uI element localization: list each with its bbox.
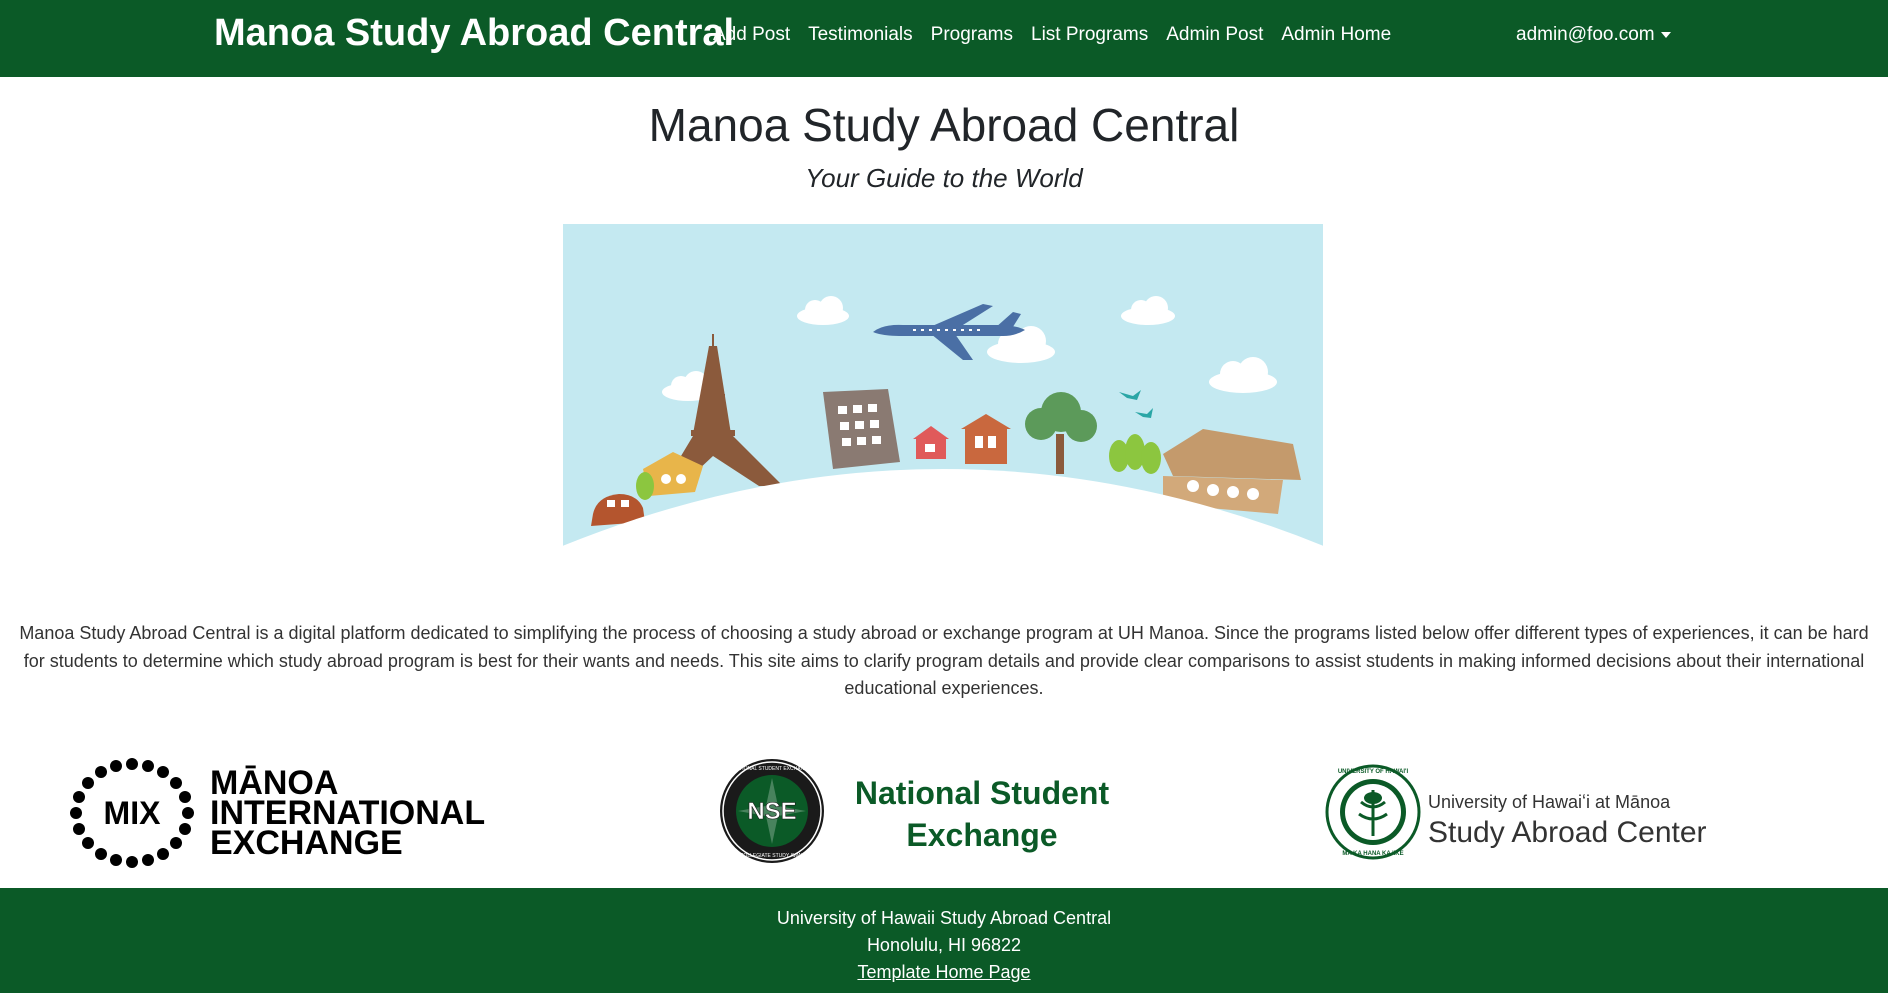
user-email: admin@foo.com — [1516, 24, 1655, 45]
mix-logo-graphic: MIX MĀNOA INTERNATIONAL EXCHANGE — [70, 758, 485, 868]
footer: University of Hawaii Study Abroad Centra… — [0, 888, 1888, 993]
building-icon — [823, 389, 900, 469]
nse-ring-top: NATIONAL STUDENT EXCHANGE — [733, 766, 812, 772]
nse-logo[interactable]: NSE NATIONAL STUDENT EXCHANGE COLLEGIATE… — [718, 756, 1138, 868]
nav-add-post[interactable]: Add Post — [713, 24, 790, 46]
hero-illustration — [563, 224, 1323, 550]
uh-logo-graphic: UNIVERSITY OF HAWAI'I MA KA HANA KA 'IKE… — [1325, 764, 1707, 860]
user-dropdown[interactable]: admin@foo.com — [1516, 24, 1671, 46]
footer-org-name: University of Hawaii Study Abroad Centra… — [776, 908, 1112, 928]
nav-programs[interactable]: Programs — [931, 24, 1013, 46]
top-navbar: Manoa Study Abroad Central Add Post Test… — [0, 0, 1888, 77]
uh-ring-top: UNIVERSITY OF HAWAI'I — [1338, 769, 1409, 775]
footer-template-link[interactable]: Template Home Page — [857, 962, 1030, 982]
nse-logo-graphic: NSE NATIONAL STUDENT EXCHANGE COLLEGIATE… — [720, 759, 1110, 863]
nav-links: Add Post Testimonials Programs List Prog… — [713, 24, 1391, 46]
mix-line3: EXCHANGE — [210, 824, 403, 862]
tree-icon — [636, 472, 654, 500]
caret-down-icon — [1660, 32, 1671, 38]
navbar-brand[interactable]: Manoa Study Abroad Central — [214, 12, 734, 55]
nav-testimonials[interactable]: Testimonials — [808, 24, 913, 46]
nav-admin-post[interactable]: Admin Post — [1166, 24, 1263, 46]
uh-ring-bottom: MA KA HANA KA 'IKE — [1342, 851, 1403, 857]
nse-line2: Exchange — [906, 817, 1057, 853]
page-title: Manoa Study Abroad Central — [648, 99, 1240, 151]
nse-line1: National Student — [855, 775, 1110, 811]
footer-address: Honolulu, HI 96822 — [866, 935, 1022, 955]
mix-badge-text: MIX — [104, 795, 162, 831]
nse-badge-text: NSE — [747, 798, 796, 825]
uh-study-abroad-logo[interactable]: UNIVERSITY OF HAWAI'I MA KA HANA KA 'IKE… — [1325, 754, 1715, 870]
uh-line2: Study Abroad Center — [1428, 816, 1707, 849]
nav-admin-home[interactable]: Admin Home — [1281, 24, 1391, 46]
nse-ring-bottom: COLLEGIATE STUDY AWAY — [740, 853, 805, 859]
site-description: Manoa Study Abroad Central is a digital … — [19, 623, 1869, 698]
uh-line1: University of Hawaiʻi at Mānoa — [1428, 792, 1671, 812]
nav-list-programs[interactable]: List Programs — [1031, 24, 1148, 46]
page-subtitle: Your Guide to the World — [805, 163, 1083, 193]
mix-logo[interactable]: MIX MĀNOA INTERNATIONAL EXCHANGE — [68, 758, 518, 870]
